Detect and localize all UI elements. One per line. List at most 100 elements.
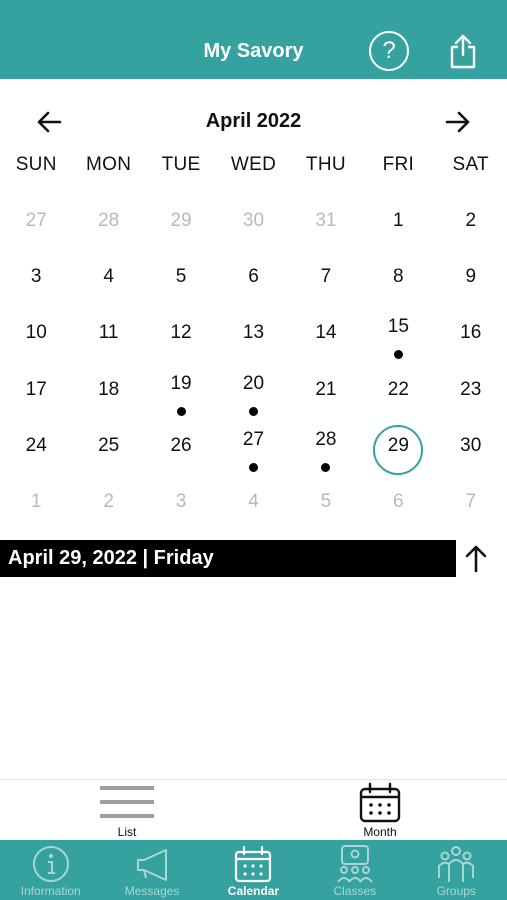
bottom-tab-bar: Information Messages Calendar Classes Gr… — [0, 840, 507, 900]
day-number: 6 — [393, 490, 404, 512]
calendar-day[interactable]: 1 — [0, 477, 72, 533]
calendar-day[interactable]: 28 — [290, 421, 362, 477]
calendar-day-selected[interactable]: 29 — [362, 421, 434, 477]
collapse-arrow-up-icon[interactable] — [463, 544, 489, 574]
month-navigation: April 2022 — [0, 106, 507, 138]
day-number: 26 — [170, 434, 192, 456]
event-dot-indicator — [321, 462, 331, 472]
calendar-day[interactable]: 10 — [0, 308, 72, 364]
list-view-button[interactable]: List — [67, 780, 187, 841]
calendar-day[interactable]: 4 — [217, 477, 289, 533]
share-icon[interactable] — [448, 33, 478, 69]
day-number: 27 — [25, 210, 47, 231]
day-number: 18 — [98, 378, 120, 400]
calendar-day[interactable]: 4 — [72, 252, 144, 308]
calendar-day[interactable]: 25 — [72, 421, 144, 477]
calendar-day[interactable]: 27 — [217, 421, 289, 477]
day-number: 31 — [315, 210, 337, 231]
calendar-day[interactable]: 28 — [72, 196, 144, 252]
event-dot-indicator — [176, 406, 186, 416]
calendar-day[interactable]: 22 — [362, 365, 434, 421]
calendar-day[interactable]: 31 — [290, 196, 362, 252]
day-number: 30 — [460, 434, 482, 456]
calendar-day[interactable]: 30 — [435, 421, 507, 477]
app-title: My Savory — [203, 40, 304, 62]
day-number: 25 — [98, 434, 120, 456]
calendar-day[interactable]: 23 — [435, 365, 507, 421]
event-dot-indicator — [248, 462, 258, 472]
calendar-day[interactable]: 24 — [0, 421, 72, 477]
calendar-icon — [235, 845, 272, 883]
calendar-day[interactable]: 18 — [72, 365, 144, 421]
help-button[interactable]: ? — [369, 31, 409, 71]
calendar-day[interactable]: 3 — [0, 252, 72, 308]
month-title: April 2022 — [205, 110, 302, 132]
day-number: 20 — [242, 372, 265, 394]
calendar-day[interactable]: 2 — [435, 196, 507, 252]
weekday-label: SAT — [452, 154, 489, 175]
calendar-day[interactable]: 8 — [362, 252, 434, 308]
list-icon — [100, 786, 154, 818]
day-number: 29 — [170, 210, 192, 231]
calendar-week-row: 17 18 19 20 21 22 23 — [0, 365, 507, 421]
calendar-day[interactable]: 9 — [435, 252, 507, 308]
calendar-day[interactable]: 15 — [362, 308, 434, 364]
tab-information[interactable]: Information — [0, 840, 101, 900]
calendar-day[interactable]: 2 — [72, 477, 144, 533]
calendar-day[interactable]: 6 — [217, 252, 289, 308]
calendar-day[interactable]: 16 — [435, 308, 507, 364]
selected-date-bar: April 29, 2022 | Friday — [0, 540, 456, 577]
day-number: 13 — [242, 322, 265, 344]
tab-groups-label: Groups — [436, 884, 476, 898]
info-icon — [32, 846, 69, 882]
calendar-day[interactable]: 17 — [0, 365, 72, 421]
list-view-label: List — [117, 825, 137, 839]
day-number: 12 — [170, 322, 192, 344]
day-number: 28 — [98, 210, 120, 231]
calendar-week-row: 3 4 5 6 7 8 9 — [0, 252, 507, 308]
day-number: 22 — [387, 378, 409, 400]
calendar-day[interactable]: 6 — [362, 477, 434, 533]
tab-groups[interactable]: Groups — [406, 840, 507, 900]
tab-calendar[interactable]: Calendar — [203, 840, 304, 900]
calendar-day[interactable]: 12 — [145, 308, 217, 364]
megaphone-icon — [137, 849, 168, 881]
month-view-label: Month — [363, 825, 397, 839]
weekday-label: TUE — [161, 154, 201, 175]
calendar-day[interactable]: 7 — [290, 252, 362, 308]
calendar-day[interactable]: 26 — [145, 421, 217, 477]
day-number: 2 — [103, 490, 114, 512]
day-number: 11 — [98, 322, 119, 344]
day-number: 4 — [103, 266, 114, 288]
calendar-day[interactable]: 5 — [145, 252, 217, 308]
calendar-day[interactable]: 11 — [72, 308, 144, 364]
day-number: 29 — [387, 434, 409, 456]
calendar-day[interactable]: 20 — [217, 365, 289, 421]
day-number: 30 — [242, 210, 265, 231]
calendar-day[interactable]: 21 — [290, 365, 362, 421]
day-number: 24 — [25, 434, 47, 456]
calendar-day[interactable]: 19 — [145, 365, 217, 421]
calendar-day[interactable]: 5 — [290, 477, 362, 533]
calendar-day[interactable]: 7 — [435, 477, 507, 533]
calendar-month-icon — [359, 782, 401, 823]
calendar-day[interactable]: 29 — [145, 196, 217, 252]
app-header: My Savory ? — [0, 0, 507, 79]
day-number: 2 — [465, 210, 477, 231]
calendar-day[interactable]: 30 — [217, 196, 289, 252]
tab-classes[interactable]: Classes — [304, 840, 405, 900]
day-number: 5 — [175, 266, 187, 288]
tab-messages[interactable]: Messages — [101, 840, 202, 900]
calendar-day[interactable]: 1 — [362, 196, 434, 252]
calendar-day[interactable]: 13 — [217, 308, 289, 364]
weekday-label: FRI — [382, 154, 415, 175]
calendar-day[interactable]: 14 — [290, 308, 362, 364]
month-view-button[interactable]: Month — [320, 780, 440, 841]
next-month-arrow-icon[interactable] — [441, 106, 473, 138]
calendar-day[interactable]: 27 — [0, 196, 72, 252]
calendar-day[interactable]: 3 — [145, 477, 217, 533]
day-number: 3 — [175, 490, 187, 512]
weekday-header: SUN MON TUE WED THU FRI SAT — [0, 154, 507, 180]
day-number: 21 — [315, 378, 337, 400]
day-number: 1 — [393, 210, 404, 231]
